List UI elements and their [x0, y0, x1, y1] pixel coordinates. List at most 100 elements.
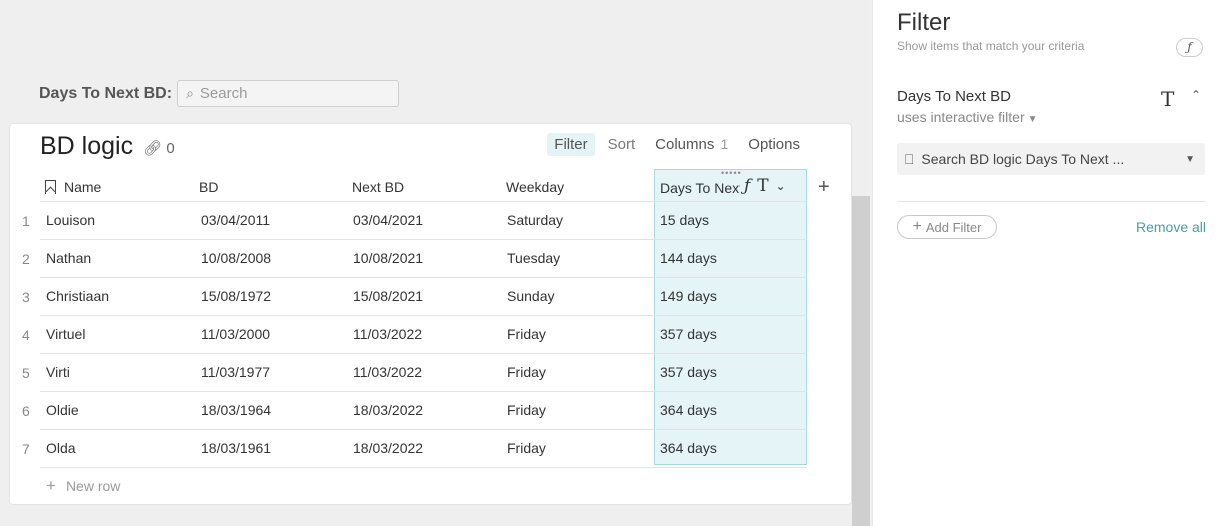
panel-title: Filter	[897, 9, 951, 36]
cell-next-bd[interactable]: 03/04/2021	[353, 212, 423, 228]
cell-name[interactable]: Nathan	[46, 250, 91, 266]
bookmark-icon	[45, 180, 56, 194]
sort-button[interactable]: Sort	[601, 133, 643, 156]
cell-weekday[interactable]: Tuesday	[507, 250, 560, 266]
cell-weekday[interactable]: Friday	[507, 364, 546, 380]
canvas: Days To Next BD: ⌕ Search BD logic 🔗︎ 0 …	[0, 0, 870, 526]
cell-next-bd[interactable]: 18/03/2022	[353, 440, 423, 456]
cell-next-bd[interactable]: 11/03/2022	[353, 326, 422, 342]
cell-bd[interactable]: 03/04/2011	[201, 212, 270, 228]
cell-next-bd[interactable]: 10/08/2021	[353, 250, 423, 266]
row-number: 7	[22, 441, 30, 457]
column-header-next-bd[interactable]: Next BD	[352, 179, 404, 195]
remove-all-link[interactable]: Remove all	[1136, 219, 1206, 235]
cell-bd[interactable]: 11/03/2000	[201, 326, 270, 342]
cell-next-bd[interactable]: 11/03/2022	[353, 364, 422, 380]
filter-search-text: Search BD logic Days To Next ...	[921, 151, 1125, 167]
columns-count: 1	[720, 136, 729, 152]
cell-name[interactable]: Virti	[46, 364, 70, 380]
filter-mode-label: uses interactive filter	[897, 109, 1025, 125]
search-icon: ⌕	[186, 85, 194, 101]
link-count-value: 0	[166, 140, 175, 157]
new-row-label: New row	[65, 478, 121, 494]
table-title: BD logic 🔗︎ 0	[40, 132, 175, 161]
column-header-name[interactable]: Name	[45, 179, 101, 195]
row-number: 5	[22, 365, 30, 381]
filter-panel: Filter Show items that match your criter…	[872, 0, 1222, 526]
vertical-scrollbar[interactable]	[852, 196, 870, 526]
cell-days[interactable]: 149 days	[660, 288, 717, 304]
cell-weekday[interactable]: Friday	[507, 402, 546, 418]
search-placeholder: Search	[199, 85, 248, 102]
cell-days[interactable]: 144 days	[660, 250, 717, 266]
plus-icon: +	[912, 218, 922, 235]
table-header-row: Name BD Next BD Weekday	[40, 170, 808, 202]
cell-days[interactable]: 364 days	[660, 440, 717, 456]
table-row[interactable]: 3 Christiaan 15/08/1972 15/08/2021 Sunda…	[10, 278, 853, 316]
link-icon: 🔗︎	[143, 140, 163, 157]
cell-next-bd[interactable]: 15/08/2021	[353, 288, 423, 304]
cell-bd[interactable]: 18/03/1964	[201, 402, 271, 418]
cell-name[interactable]: Olda	[46, 440, 76, 456]
table-toolbar: Filter Sort Columns 1 Options	[547, 133, 807, 156]
cell-bd[interactable]: 18/03/1961	[201, 440, 271, 456]
cell-days[interactable]: 357 days	[660, 326, 717, 342]
cell-bd[interactable]: 10/08/2008	[201, 250, 271, 266]
filter-column-name: Days To Next BD	[897, 88, 1011, 105]
interactive-search: Days To Next BD: ⌕ Search	[39, 80, 400, 107]
filter-button[interactable]: Filter	[547, 133, 595, 156]
cell-weekday[interactable]: Saturday	[507, 212, 563, 228]
cell-name[interactable]: Christiaan	[46, 288, 109, 304]
add-filter-button[interactable]: + Add Filter	[897, 215, 997, 239]
caret-down-icon: ▼	[1185, 153, 1195, 165]
table-row[interactable]: 7 Olda 18/03/1961 18/03/2022 Friday 364 …	[10, 430, 853, 468]
column-header-name-label: Name	[64, 179, 102, 195]
cell-weekday[interactable]: Sunday	[507, 288, 554, 304]
cell-weekday[interactable]: Friday	[507, 440, 546, 456]
column-header-weekday[interactable]: Weekday	[506, 179, 564, 195]
column-header-bd[interactable]: BD	[199, 179, 218, 195]
cell-name[interactable]: Virtuel	[46, 326, 85, 342]
add-column-button[interactable]: +	[818, 176, 830, 199]
filter-search-dropdown[interactable]: ⎕ Search BD logic Days To Next ... ▼	[897, 143, 1205, 175]
table-row[interactable]: 1 Louison 03/04/2011 03/04/2021 Saturday…	[10, 202, 853, 240]
add-filter-label: Add Filter	[925, 219, 982, 235]
table-row[interactable]: 2 Nathan 10/08/2008 10/08/2021 Tuesday 1…	[10, 240, 853, 278]
text-type-icon: T	[1161, 87, 1175, 111]
plus-icon: +	[46, 476, 56, 495]
row-number: 3	[22, 289, 30, 305]
row-number: 1	[22, 213, 30, 229]
table-row[interactable]: 5 Virti 11/03/1977 11/03/2022 Friday 357…	[10, 354, 853, 392]
table-title-text: BD logic	[40, 132, 134, 160]
cell-bd[interactable]: 11/03/1977	[201, 364, 270, 380]
cell-days[interactable]: 357 days	[660, 364, 717, 380]
table-card: BD logic 🔗︎ 0 Filter Sort Columns 1 Opti…	[9, 123, 852, 505]
row-number: 6	[22, 403, 30, 419]
formula-filter-icon[interactable]: ƒ	[1176, 38, 1203, 57]
row-divider	[40, 467, 807, 468]
linked-count[interactable]: 🔗︎ 0	[143, 139, 175, 157]
filter-mode-dropdown[interactable]: uses interactive filter ▼	[897, 109, 1038, 125]
cell-days[interactable]: 15 days	[660, 212, 709, 228]
new-row-button[interactable]: + New row	[46, 476, 120, 496]
search-label: Days To Next BD:	[39, 84, 173, 102]
panel-subtitle: Show items that match your criteria	[897, 39, 1085, 53]
chevron-up-icon[interactable]: ⌃	[1191, 88, 1201, 102]
search-input[interactable]: ⌕ Search	[177, 80, 400, 107]
cell-bd[interactable]: 15/08/1972	[201, 288, 271, 304]
cell-name[interactable]: Oldie	[46, 402, 79, 418]
row-number: 4	[22, 327, 30, 343]
divider	[897, 201, 1205, 202]
cell-days[interactable]: 364 days	[660, 402, 717, 418]
cell-name[interactable]: Louison	[46, 212, 95, 228]
options-button[interactable]: Options	[741, 133, 807, 156]
columns-label: Columns	[655, 136, 715, 153]
input-field-icon: ⎕	[905, 150, 914, 167]
row-number: 2	[22, 251, 30, 267]
table-row[interactable]: 4 Virtuel 11/03/2000 11/03/2022 Friday 3…	[10, 316, 853, 354]
caret-down-icon: ▼	[1027, 114, 1038, 125]
table-row[interactable]: 6 Oldie 18/03/1964 18/03/2022 Friday 364…	[10, 392, 853, 430]
cell-next-bd[interactable]: 18/03/2022	[353, 402, 423, 418]
columns-button[interactable]: Columns 1	[648, 133, 735, 156]
cell-weekday[interactable]: Friday	[507, 326, 546, 342]
